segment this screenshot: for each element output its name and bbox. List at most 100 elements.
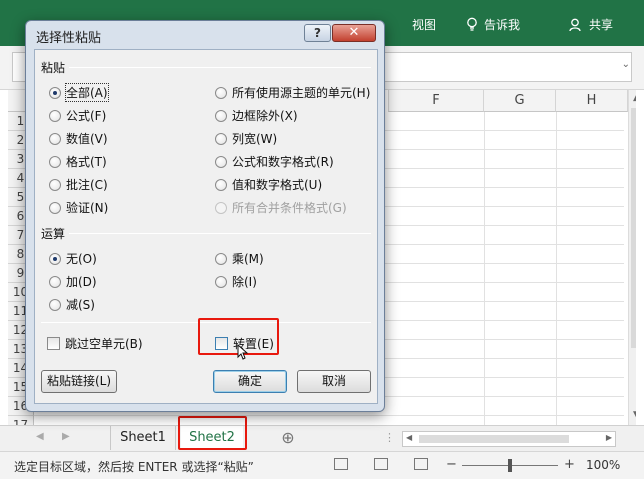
page-layout-icon[interactable] [374, 458, 388, 470]
radio-icon [215, 86, 227, 99]
status-bar: 选定目标区域，然后按 ENTER 或选择“粘贴” − + 100% [0, 451, 644, 479]
option-label: 除(I) [232, 275, 257, 289]
paste-all-radio[interactable]: 全部(A) [49, 83, 109, 102]
scroll-thumb[interactable] [631, 108, 636, 348]
paste-formats-radio[interactable]: 格式(T) [49, 153, 107, 170]
divider [69, 67, 371, 68]
operation-multiply-radio[interactable]: 乘(M) [215, 250, 264, 267]
share-label: 共享 [589, 18, 614, 32]
option-label: 公式和数字格式(R) [232, 155, 334, 169]
row-header[interactable]: 17 [8, 416, 34, 425]
tell-me-label: 告诉我 [484, 18, 521, 32]
radio-icon [49, 109, 61, 122]
option-label: 所有使用源主题的单元(H) [232, 86, 371, 100]
radio-icon [215, 252, 227, 265]
paste-link-label: 粘贴链接(L) [46, 374, 112, 388]
radio-icon [49, 132, 61, 145]
column-header[interactable]: H [556, 90, 628, 112]
ok-button[interactable]: 确定 [213, 370, 287, 393]
share-button[interactable]: 共享 [569, 16, 613, 33]
option-label: 值和数字格式(U) [232, 178, 323, 192]
paste-comments-radio[interactable]: 批注(C) [49, 176, 108, 193]
option-label: 无(O) [66, 252, 97, 266]
divider [69, 233, 371, 234]
cancel-button[interactable]: 取消 [297, 370, 371, 393]
radio-icon [49, 298, 61, 311]
horizontal-scrollbar[interactable]: ◀ ▶ [402, 431, 616, 447]
dialog-title: 选择性粘贴 [36, 31, 102, 46]
radio-icon [215, 275, 227, 288]
option-label: 跳过空单元(B) [65, 337, 143, 351]
paste-link-button[interactable]: 粘贴链接(L) [41, 370, 117, 393]
ribbon-tab-view-label: 视图 [412, 18, 437, 32]
radio-icon [215, 201, 227, 214]
ribbon-tab-view[interactable]: 视图 [412, 16, 436, 33]
person-icon [569, 18, 581, 31]
radio-icon [215, 109, 227, 122]
zoom-level[interactable]: 100% [586, 458, 620, 472]
paste-section-label: 粘贴 [41, 61, 66, 75]
checkbox-icon [47, 337, 60, 350]
operation-divide-radio[interactable]: 除(I) [215, 273, 257, 290]
highlight-sheet2 [178, 416, 247, 450]
paste-except-borders-radio[interactable]: 边框除外(X) [215, 107, 298, 124]
paste-column-widths-radio[interactable]: 列宽(W) [215, 130, 277, 147]
skip-blanks-checkbox[interactable]: 跳过空单元(B) [47, 335, 143, 352]
paste-merge-conditional-formats-radio: 所有合并条件格式(G) [215, 199, 347, 216]
scroll-left-icon[interactable]: ◀ [36, 431, 44, 442]
operation-none-radio[interactable]: 无(O) [49, 250, 97, 267]
chevron-down-icon[interactable]: ⌄ [622, 59, 630, 70]
normal-view-icon[interactable] [334, 458, 348, 470]
sheet-tab-sheet1[interactable]: Sheet1 [110, 426, 176, 450]
option-label: 公式(F) [66, 109, 107, 123]
close-button[interactable]: ✕ [332, 24, 376, 42]
scroll-right-icon[interactable]: ▶ [62, 431, 70, 442]
split-handle-icon[interactable]: ⋮ [384, 431, 395, 444]
help-button[interactable]: ? [304, 24, 331, 42]
paste-validation-radio[interactable]: 验证(N) [49, 199, 108, 216]
option-label: 边框除外(X) [232, 109, 298, 123]
option-label: 加(D) [66, 275, 97, 289]
add-sheet-button[interactable]: ⊕ [277, 426, 299, 450]
option-label: 所有合并条件格式(G) [232, 201, 347, 215]
grid-line [34, 415, 624, 416]
radio-icon [49, 155, 61, 168]
option-label: 验证(N) [66, 201, 109, 215]
paste-values-radio[interactable]: 数值(V) [49, 130, 108, 147]
paste-formulas-radio[interactable]: 公式(F) [49, 107, 106, 124]
radio-icon [49, 201, 61, 214]
vertical-scrollbar[interactable]: ▲ ▼ [628, 90, 636, 425]
operation-section-label: 运算 [41, 227, 66, 241]
option-label: 列宽(W) [232, 132, 278, 146]
option-label: 批注(C) [66, 178, 108, 192]
zoom-in-button[interactable]: + [564, 457, 575, 472]
paste-source-theme-radio[interactable]: 所有使用源主题的单元(H) [215, 84, 370, 101]
zoom-out-button[interactable]: − [446, 457, 457, 472]
radio-icon [49, 178, 61, 191]
grid-line [556, 112, 557, 425]
mouse-pointer-icon [237, 344, 249, 360]
hscroll-right-icon[interactable]: ▶ [606, 433, 612, 442]
radio-icon [49, 275, 61, 288]
cancel-label: 取消 [321, 374, 346, 388]
radio-icon [215, 178, 227, 191]
operation-add-radio[interactable]: 加(D) [49, 273, 97, 290]
column-header[interactable]: G [484, 90, 556, 112]
option-label: 全部(A) [65, 83, 109, 102]
scroll-down-icon[interactable]: ▼ [631, 410, 636, 420]
column-header[interactable]: F [388, 90, 484, 112]
grid-line [484, 112, 485, 425]
radio-icon [49, 86, 61, 99]
paste-formulas-number-formats-radio[interactable]: 公式和数字格式(R) [215, 153, 334, 170]
operation-subtract-radio[interactable]: 减(S) [49, 296, 95, 313]
zoom-slider-thumb[interactable] [508, 459, 512, 472]
hscroll-left-icon[interactable]: ◀ [406, 433, 412, 442]
sheet-tab-label: Sheet1 [120, 430, 166, 445]
tell-me-button[interactable]: 告诉我 [466, 16, 520, 33]
sheet-tab-bar: ◀ ▶ Sheet1 Sheet2 ⊕ ⋮ ◀ ▶ [0, 425, 644, 451]
page-break-icon[interactable] [414, 458, 428, 470]
scroll-up-icon[interactable]: ▲ [631, 93, 636, 103]
hscroll-thumb[interactable] [419, 435, 569, 443]
status-message: 选定目标区域，然后按 ENTER 或选择“粘贴” [14, 460, 254, 474]
paste-values-number-formats-radio[interactable]: 值和数字格式(U) [215, 176, 322, 193]
